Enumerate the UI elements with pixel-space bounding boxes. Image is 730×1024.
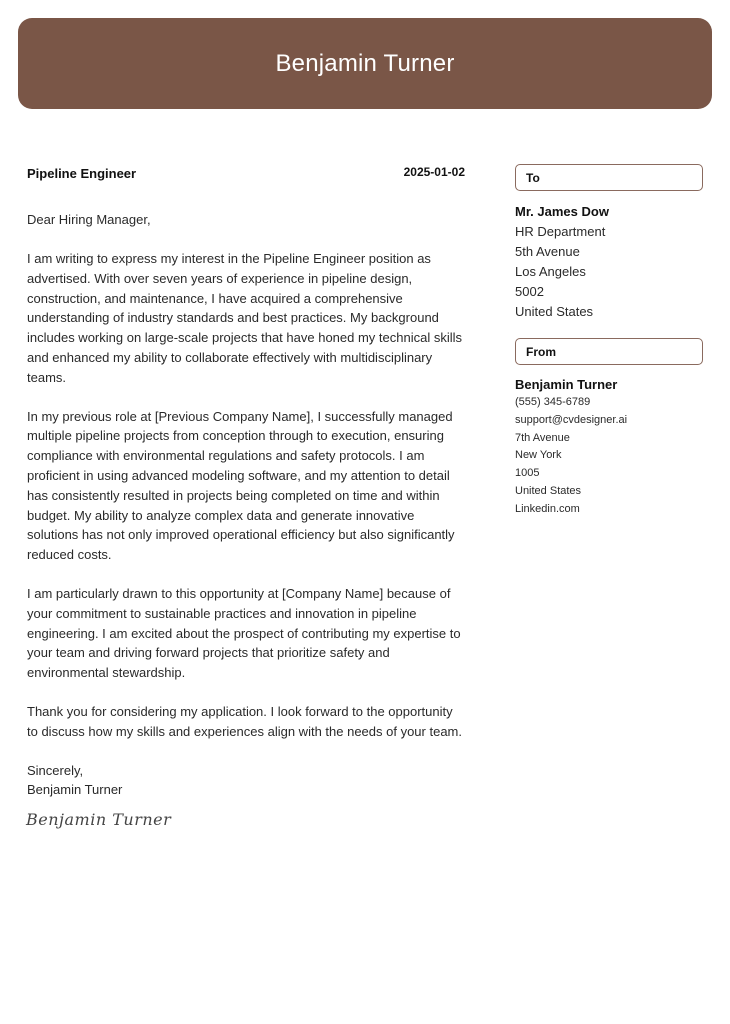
sender-linkedin: Linkedin.com — [515, 502, 580, 515]
paragraph-experience: In my previous role at [Previous Company… — [27, 408, 455, 563]
sender-phone: (555) 345-6789 — [515, 396, 591, 408]
paragraph-motivation: I am particularly drawn to this opportun… — [27, 585, 461, 681]
closing-block: Sincerely, Benjamin Turner — [27, 761, 465, 801]
recipient-department: HR Department — [515, 224, 606, 239]
closing-name: Benjamin Turner — [27, 782, 123, 798]
title-row: Pipeline Engineer 2025-01-02 — [27, 160, 465, 200]
sender-name: Benjamin Turner — [515, 377, 618, 392]
sender-email: support@cvdesigner.ai — [515, 413, 628, 426]
from-label-box: From — [515, 338, 703, 365]
from-label: From — [526, 344, 556, 359]
paragraph-thanks: Thank you for considering my application… — [27, 703, 462, 739]
recipient-street: 5th Avenue — [515, 244, 580, 259]
paragraph-intro: I am writing to express my interest in t… — [27, 251, 462, 385]
letter-body: Pipeline Engineer 2025-01-02 Dear Hiring… — [26, 160, 465, 830]
closing-phrase: Sincerely, — [27, 762, 84, 778]
recipient-postal-code: 5002 — [515, 284, 544, 299]
letter-date: 2025-01-02 — [403, 165, 465, 179]
sender-country: United States — [515, 484, 582, 497]
sender-postal-code: 1005 — [515, 467, 540, 480]
recipient-name: Mr. James Dow — [515, 204, 609, 219]
sender-address: Benjamin Turner (555) 345-6789 support@c… — [515, 376, 703, 519]
recipient-address: Mr. James Dow HR Department 5th Avenue L… — [515, 202, 703, 322]
header-banner: Benjamin Turner — [18, 18, 712, 109]
to-label: To — [526, 170, 540, 185]
to-label-box: To — [515, 164, 703, 191]
signature: Benjamin Turner — [26, 810, 172, 830]
recipient-country: United States — [515, 304, 594, 319]
sender-city: New York — [515, 449, 562, 462]
applicant-name-heading: Benjamin Turner — [275, 49, 455, 77]
address-sidebar: To Mr. James Dow HR Department 5th Avenu… — [515, 164, 703, 519]
sender-street: 7th Avenue — [515, 431, 570, 444]
salutation: Dear Hiring Manager, — [27, 212, 151, 227]
recipient-city: Los Angeles — [515, 264, 586, 279]
job-title: Pipeline Engineer — [27, 166, 137, 181]
